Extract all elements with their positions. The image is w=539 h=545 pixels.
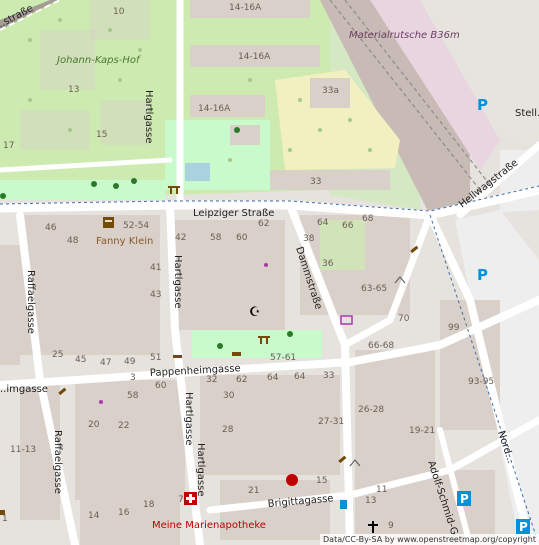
- house-number: 25: [52, 350, 63, 360]
- house-number: 58: [210, 233, 222, 243]
- house-number: 15: [96, 130, 107, 140]
- house-number: 43: [150, 290, 161, 300]
- svg-text:P: P: [477, 266, 488, 284]
- house-number: 21: [248, 486, 259, 496]
- house-number: 28: [222, 425, 234, 435]
- house-number: 62: [236, 375, 247, 385]
- house-number: 99: [448, 323, 460, 333]
- svg-text:P: P: [460, 492, 469, 506]
- house-number: 14-16A: [229, 3, 262, 13]
- house-number: 14: [88, 511, 100, 521]
- map-canvas[interactable]: Leipziger Straße Pappenheimgasse ..imgas…: [0, 0, 539, 545]
- house-number: 64: [294, 372, 306, 382]
- svg-text:P: P: [477, 96, 488, 114]
- house-number: 7: [178, 495, 184, 505]
- street-label-hartlgasse-upper: Hartlgasse: [143, 90, 154, 144]
- house-number: 42: [175, 233, 186, 243]
- house-number: 16: [118, 508, 130, 518]
- grass-strip: [0, 180, 165, 200]
- house-number: 49: [124, 357, 136, 367]
- house-number: 47: [100, 358, 111, 368]
- house-number: 9: [388, 521, 394, 531]
- house-number: 58: [127, 391, 139, 401]
- house-number: 45: [75, 355, 86, 365]
- building: [20, 110, 90, 150]
- house-number: 48: [67, 236, 79, 246]
- house-number: 27-31: [318, 417, 344, 427]
- house-number: 57-61: [270, 353, 296, 363]
- house-number: 93-95: [468, 377, 494, 387]
- house-number: 30: [223, 391, 235, 401]
- plaza-green: [192, 330, 322, 358]
- house-number: 26-28: [358, 405, 384, 415]
- house-number: 64: [267, 373, 279, 383]
- house-number: 33: [310, 177, 321, 187]
- house-number: 60: [155, 381, 167, 391]
- house-number: 46: [45, 223, 57, 233]
- house-number: 14-16A: [238, 52, 271, 62]
- mosque-icon[interactable]: ☪: [249, 305, 261, 320]
- street-label-raffaelgasse-upper: Raffaelgasse: [25, 270, 36, 334]
- house-number: 51: [150, 353, 161, 363]
- poi-label-johann-kaps-hof: Johann-Kaps-Hof: [55, 55, 141, 66]
- house-number: 66: [342, 221, 354, 231]
- building: [100, 100, 150, 145]
- poi-label-apotheke: Meine Marienapotheke: [152, 520, 266, 531]
- building: [230, 125, 260, 145]
- house-number: 19-21: [409, 426, 435, 436]
- parking-icon[interactable]: P: [477, 96, 488, 114]
- house-number: 20: [88, 420, 100, 430]
- house-number: 32: [206, 375, 217, 385]
- house-number: 68: [362, 214, 374, 224]
- veterinary-icon[interactable]: [286, 474, 298, 486]
- poi-label-materialrutsche: Materialrutsche B36m: [349, 30, 460, 41]
- house-number: 52-54: [123, 221, 149, 231]
- street-label-hartlgasse-mid2: Hartlgasse: [183, 392, 194, 446]
- house-number: 18: [143, 500, 155, 510]
- poi-label-fanny-klein: Fanny Klein: [96, 236, 153, 247]
- water-basin: [185, 163, 210, 181]
- house-number: 64: [317, 218, 329, 228]
- parking-icon[interactable]: P: [457, 491, 471, 506]
- house-number: 33a: [322, 86, 339, 96]
- house-number: 3: [130, 373, 136, 383]
- street-label-leipziger: Leipziger Straße: [193, 208, 274, 219]
- house-number: 33: [323, 371, 334, 381]
- street-label-hartlgasse-mid: Hartlgasse: [172, 255, 183, 309]
- building: [90, 0, 150, 40]
- street-label-raffaelgasse-lower: Raffaelgasse: [52, 430, 63, 494]
- map-attribution[interactable]: Data/CC-By-SA by www.openstreetmap.org/c…: [320, 534, 539, 545]
- house-number: 13: [68, 85, 79, 95]
- house-number: 60: [236, 233, 248, 243]
- parking-icon[interactable]: P: [477, 266, 488, 284]
- house-number: 41: [150, 263, 161, 273]
- house-number: 38: [303, 234, 315, 244]
- house-number: 66-68: [368, 341, 394, 351]
- house-number: 63-65: [361, 284, 387, 294]
- house-number: 14-16A: [198, 104, 231, 114]
- house-number: 70: [398, 314, 410, 324]
- house-number: 36: [322, 259, 334, 269]
- house-number: 13: [365, 496, 376, 506]
- svg-text:P: P: [519, 520, 528, 534]
- house-number: 15: [316, 476, 327, 486]
- house-number: 62: [258, 219, 269, 229]
- street-label-pappenheim-left: ..imgasse: [0, 384, 48, 395]
- house-number: 11-13: [10, 445, 36, 455]
- street-label-stell: Stell...: [515, 108, 539, 119]
- house-number: 22: [118, 421, 129, 431]
- house-number: 10: [113, 7, 125, 17]
- bus-stop-icon[interactable]: [340, 500, 347, 509]
- house-number: 1: [2, 514, 8, 524]
- pharmacy-icon[interactable]: [184, 492, 197, 505]
- parking-icon[interactable]: P: [516, 519, 530, 534]
- house-number: 17: [3, 141, 14, 151]
- street-label-hartlgasse-lower: Hartlgasse: [195, 443, 206, 497]
- museum-icon[interactable]: [103, 217, 114, 228]
- house-number: 11: [376, 485, 387, 495]
- svg-text:☪: ☪: [249, 305, 261, 320]
